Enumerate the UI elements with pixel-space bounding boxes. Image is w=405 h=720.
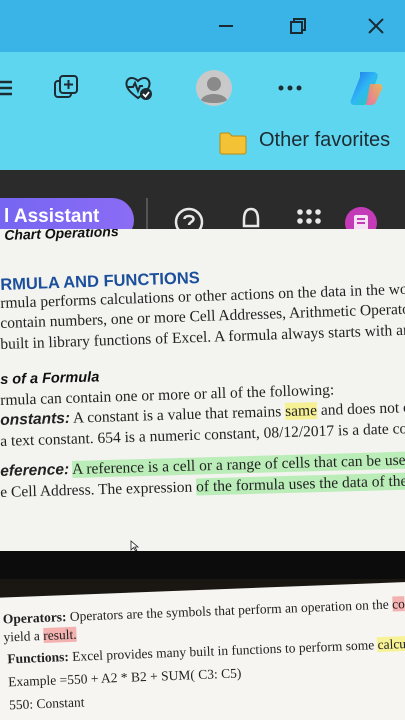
reference-line2-highlight: of the formula uses the data of the r <box>195 472 405 496</box>
heart-pulse-icon <box>125 77 152 100</box>
profile-button[interactable] <box>194 68 234 108</box>
app-grid-icon <box>297 209 321 224</box>
operators-text: Operators are the symbols that perform a… <box>66 596 393 625</box>
operators-line2-highlight: result. <box>42 626 77 643</box>
assistant-button[interactable]: l Assistant <box>0 198 134 230</box>
app-bar: l Assistant <box>0 170 405 230</box>
constant-line: 550: Constant <box>8 694 85 713</box>
operators-line2: yield a result. <box>3 626 77 646</box>
close-icon <box>368 18 384 34</box>
constants-text-b: and does not cha <box>320 398 405 419</box>
document-photo: Chart Operations RMULA AND FUNCTIONS rmu… <box>0 229 405 551</box>
collections-button[interactable] <box>46 68 86 108</box>
notifications-button[interactable] <box>234 206 268 230</box>
operators-label: Operators: <box>2 609 67 627</box>
app-launcher-button[interactable] <box>344 206 378 230</box>
example-line: Example =550 + A2 * B2 + SUM( C3: C5) <box>7 665 242 690</box>
folder-icon[interactable] <box>218 130 248 156</box>
restore-button[interactable] <box>282 12 314 40</box>
constants-highlight: same <box>284 402 318 421</box>
minimize-button[interactable] <box>210 12 242 40</box>
more-dots-icon <box>278 85 302 91</box>
help-icon <box>174 207 204 230</box>
help-button[interactable] <box>172 206 206 230</box>
operators-highlight: co <box>391 596 405 612</box>
reference-line2-text: e Cell Address. The expression <box>0 478 197 501</box>
app-logo-icon <box>345 207 377 230</box>
apps-button[interactable] <box>292 206 326 230</box>
functions-highlight: calcu <box>377 636 405 653</box>
functions-label: Functions: <box>7 649 70 667</box>
window-title-bar <box>0 0 405 52</box>
operators-line2-text: yield a <box>3 627 44 645</box>
app-bar-divider <box>146 198 148 230</box>
hamburger-icon <box>0 80 12 96</box>
functions-text: Excel provides many built in functions t… <box>68 637 378 665</box>
add-collection-icon <box>54 75 78 98</box>
copilot-icon <box>350 72 383 105</box>
other-favorites-label[interactable]: Other favorites <box>259 129 390 152</box>
restore-icon <box>290 18 306 34</box>
minimize-icon <box>219 25 233 27</box>
close-button[interactable] <box>360 12 392 40</box>
avatar-icon <box>196 70 232 106</box>
operators-line1: Operators: Operators are the symbols tha… <box>3 596 405 627</box>
browser-toolbar <box>0 52 405 122</box>
menu-edge-button[interactable] <box>0 68 20 108</box>
document-top-cut: Chart Operations <box>4 229 119 243</box>
bell-icon <box>242 207 260 228</box>
second-page-photo: Operators: Operators are the symbols tha… <box>0 581 405 720</box>
document-subheading: s of a Formula <box>0 369 100 388</box>
document-gap <box>0 551 405 579</box>
copilot-button[interactable] <box>346 68 386 108</box>
settings-more-button[interactable] <box>270 68 310 108</box>
constants-label: onstants: <box>0 409 71 429</box>
browser-essentials-button[interactable] <box>118 68 158 108</box>
reference-label: eference: <box>0 461 70 480</box>
